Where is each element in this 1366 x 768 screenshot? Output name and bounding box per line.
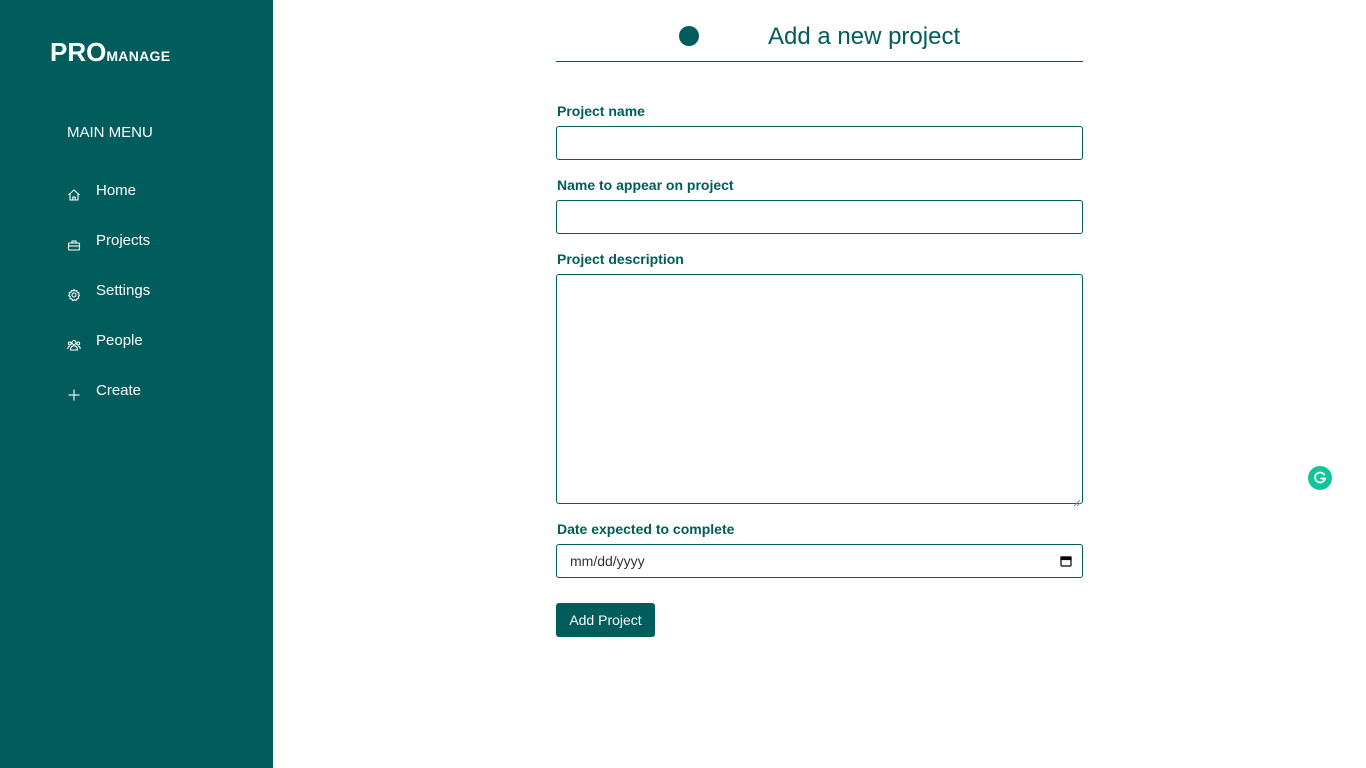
main-content: Add a new project Project name Name to a… bbox=[273, 0, 1366, 768]
sidebar-item-label: Projects bbox=[96, 231, 151, 249]
project-name-input[interactable] bbox=[556, 126, 1083, 160]
project-description-textarea[interactable] bbox=[556, 274, 1083, 504]
sidebar-item-projects[interactable]: Projects bbox=[67, 225, 150, 255]
brand-logo[interactable]: PROMANAGE bbox=[50, 37, 170, 68]
sidebar-item-settings[interactable]: Settings bbox=[67, 275, 150, 305]
logo-primary-text: PRO bbox=[50, 37, 107, 67]
sidebar-item-create[interactable]: Create bbox=[67, 375, 141, 405]
due-date-label: Date expected to complete bbox=[557, 521, 735, 537]
textarea-resize-handle[interactable] bbox=[1073, 494, 1081, 507]
date-placeholder: mm/dd/yyyy bbox=[570, 553, 645, 569]
page-title: Add a new project bbox=[768, 23, 961, 50]
briefcase-icon bbox=[67, 238, 81, 252]
sidebar-item-home[interactable]: Home bbox=[67, 175, 136, 205]
project-name-label: Project name bbox=[557, 103, 645, 119]
sidebar-item-label: Settings bbox=[96, 281, 151, 299]
display-name-label: Name to appear on project bbox=[557, 177, 734, 193]
people-icon bbox=[67, 338, 81, 352]
calendar-icon[interactable] bbox=[1060, 555, 1072, 567]
sidebar-item-label: People bbox=[96, 331, 143, 349]
logo-secondary-text: MANAGE bbox=[106, 48, 171, 64]
display-name-input[interactable] bbox=[556, 200, 1083, 234]
sidebar: PROMANAGE MAIN MENU Home Projects Settin… bbox=[0, 0, 273, 768]
home-icon bbox=[67, 188, 81, 202]
page-header: Add a new project bbox=[556, 0, 1083, 62]
due-date-input[interactable]: mm/dd/yyyy bbox=[556, 544, 1083, 578]
gear-icon bbox=[67, 288, 81, 302]
grammarly-icon[interactable] bbox=[1308, 466, 1332, 490]
sidebar-item-people[interactable]: People bbox=[67, 325, 143, 355]
add-project-button[interactable]: Add Project bbox=[556, 603, 655, 637]
header-dot-icon bbox=[679, 26, 699, 46]
project-description-label: Project description bbox=[557, 251, 684, 267]
sidebar-item-label: Home bbox=[96, 181, 137, 199]
plus-icon bbox=[67, 388, 81, 402]
sidebar-item-label: Create bbox=[96, 381, 142, 399]
main-menu-heading: MAIN MENU bbox=[67, 124, 153, 141]
